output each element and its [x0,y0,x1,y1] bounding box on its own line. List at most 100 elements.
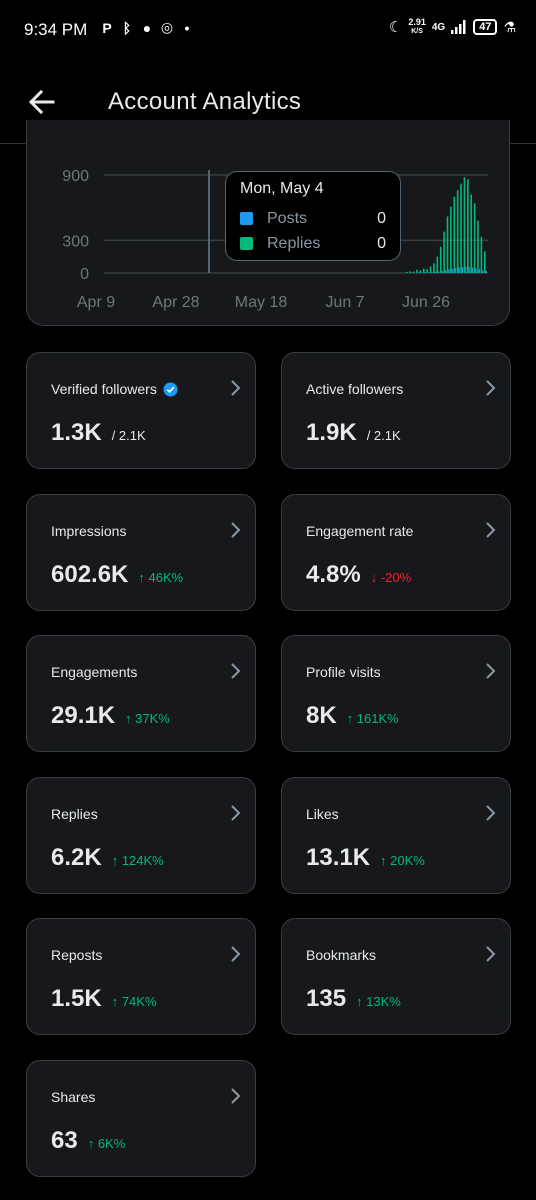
posts-bar [485,271,487,273]
metric-label-text: Reposts [51,947,103,963]
metric-value: 63 [51,1126,78,1154]
replies-bar [412,271,415,273]
replies-bar [419,270,422,273]
metric-value-row: 4.8% ↓ -20% [306,561,411,589]
chevron-right-icon[interactable] [229,379,243,397]
metric-change: ↓ -20% [370,569,412,585]
metric-label-text: Engagement rate [306,522,414,539]
metric-label-text: Active followers [306,381,404,397]
metric-value: 602.6K [51,560,129,588]
tooltip-date: Mon, May 4 [240,180,324,197]
metric-card-engagements[interactable]: Engagements 29.1K ↑ 37K% [26,635,256,752]
metric-change: ↑ 20K% [380,852,425,868]
posts-bar [417,272,419,273]
metric-label-text: Replies [51,805,98,822]
metric-value-row: 63 ↑ 6K% [51,1127,125,1155]
metric-label-text: Impressions [51,522,127,539]
activity-chart[interactable]: 900 300 0 Apr 9 Apr 28 May 18 Jun 7 Jun 26 [0,0,536,330]
chart-tooltip: Mon, May 4 Posts 0 Replies 0 [225,171,401,261]
tooltip-value: 0 [377,234,386,252]
metric-value-row: 6.2K ↑ 124K% [51,844,164,872]
chevron-right-icon[interactable] [229,945,243,963]
metric-label-text: Likes [306,805,339,822]
metric-value: 13.1K [306,843,371,871]
metric-card-reposts[interactable]: Reposts 1.5K ↑ 74K% [26,918,256,1035]
metric-value-row: 29.1K ↑ 37K% [51,702,170,730]
posts-bar [472,267,474,273]
posts-bar [465,266,467,273]
chevron-right-icon[interactable] [229,521,243,539]
metric-label: Active followers [306,381,403,397]
x-tick-label: Apr 9 [77,294,115,311]
metric-change: ↑ 46K% [138,569,184,585]
chevron-right-icon[interactable] [484,804,498,822]
metric-value: 29.1K [51,702,116,729]
replies-bar [406,271,408,273]
posts-bar [444,269,447,273]
replies-bar [470,194,473,273]
metric-value: 4.8% [306,560,361,588]
metric-label: Bookmarks [306,947,376,963]
chevron-right-icon[interactable] [229,1087,243,1105]
metric-value: 1.5K [51,985,102,1012]
chevron-right-icon[interactable] [484,521,498,539]
metric-value-row: 1.3K / 2.1K [51,419,146,447]
metric-card-shares[interactable]: Shares 63 ↑ 6K% [26,1059,256,1177]
posts-bar [431,272,433,273]
metric-value: 135 [306,985,347,1012]
metric-label-text: Profile visits [306,664,381,680]
tooltip-label: Replies [267,234,321,252]
metric-value-row: 1.9K / 2.1K [306,419,401,447]
metric-label: Verified followers [51,381,178,397]
metric-card-likes[interactable]: Likes 13.1K ↑ 20K% [281,776,511,894]
metric-card-replies[interactable]: Replies 6.2K ↑ 124K% [26,776,256,894]
replies-bar [433,263,435,273]
metric-value: 6.2K [51,843,102,871]
replies-bar [480,237,483,273]
metric-change: ↑ 6K% [87,1135,126,1151]
metric-card-profile-visits[interactable]: Profile visits 8K ↑ 161K% [281,635,511,752]
replies-bar [460,183,462,273]
x-tick-label: May 18 [235,294,288,311]
replies-bar [467,179,469,273]
posts-bar [424,272,426,273]
replies-bar [429,266,432,273]
chevron-right-icon[interactable] [484,379,498,397]
metric-card-bookmarks[interactable]: Bookmarks 135 ↑ 13K% [281,918,511,1035]
metric-card-verified-followers[interactable]: Verified followers 1.3K / 2.1K [26,352,256,469]
replies-bar [416,269,418,273]
metric-label-text: Verified followers [51,381,157,397]
metric-label-text: Engagements [51,664,138,680]
chevron-right-icon[interactable] [229,662,243,680]
metric-label: Impressions [51,523,126,539]
tooltip-label: Posts [267,209,308,227]
metric-label: Engagement rate [306,523,413,539]
posts-bar [441,270,443,273]
x-tick-label: Jun 26 [402,294,450,311]
y-tick-label: 300 [62,233,89,250]
posts-bar [438,271,440,273]
metric-value: 1.3K [51,419,102,446]
tooltip-row-posts: Posts 0 [240,206,386,231]
replies-bar [439,246,442,273]
metric-card-impressions[interactable]: Impressions 602.6K ↑ 46K% [26,493,256,611]
metric-card-active-followers[interactable]: Active followers 1.9K / 2.1K [281,352,511,469]
chevron-right-icon[interactable] [229,804,243,822]
chevron-right-icon[interactable] [484,945,498,963]
metric-value: 8K [306,702,337,729]
metric-label: Reposts [51,947,102,963]
metric-label: Replies [51,806,98,822]
chevron-right-icon[interactable] [484,662,498,680]
metric-value-row: 135 ↑ 13K% [306,985,401,1013]
metric-card-engagement-rate[interactable]: Engagement rate 4.8% ↓ -20% [281,493,511,611]
metric-value-row: 13.1K ↑ 20K% [306,844,425,872]
metric-change: ↑ 161K% [346,711,399,726]
metric-value-row: 8K ↑ 161K% [306,702,399,730]
y-tick-label: 900 [62,168,89,185]
replies-bar [426,269,428,273]
metric-label: Shares [51,1089,95,1105]
metric-value-row: 1.5K ↑ 74K% [51,985,157,1013]
replies-bar [453,196,456,273]
posts-bar [468,266,470,273]
metric-change: ↑ 13K% [356,994,401,1009]
